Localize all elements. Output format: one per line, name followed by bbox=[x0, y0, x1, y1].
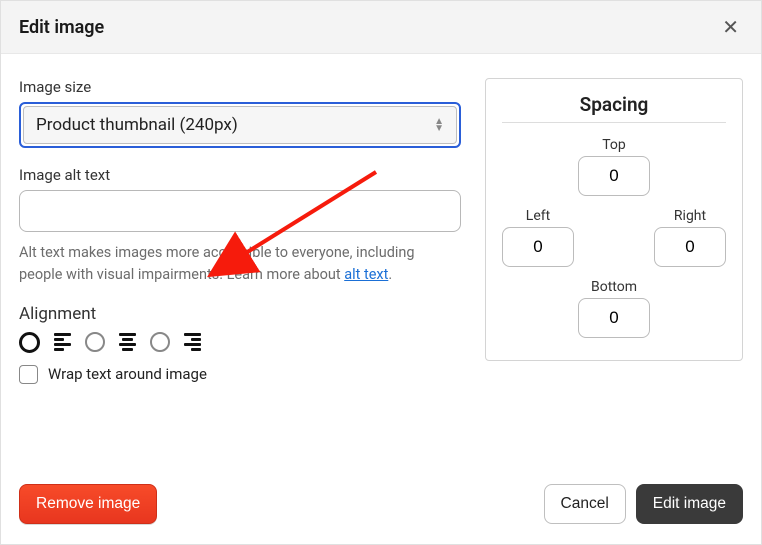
align-right-radio[interactable] bbox=[150, 332, 170, 352]
edit-image-button[interactable]: Edit image bbox=[636, 484, 743, 524]
spacing-right-label: Right bbox=[674, 208, 706, 224]
image-size-value: Product thumbnail (240px) bbox=[36, 115, 238, 135]
spacing-top-label: Top bbox=[602, 137, 626, 153]
alt-text-input[interactable] bbox=[19, 190, 461, 232]
dialog-footer: Remove image Cancel Edit image bbox=[1, 468, 761, 544]
wrap-text-label: Wrap text around image bbox=[48, 365, 207, 383]
spacing-left-input[interactable] bbox=[502, 227, 574, 267]
align-center-radio[interactable] bbox=[85, 332, 105, 352]
spacing-title: Spacing bbox=[502, 93, 726, 122]
align-left-radio[interactable] bbox=[19, 332, 40, 353]
spacing-bottom-input[interactable] bbox=[578, 298, 650, 338]
alt-text-label: Image alt text bbox=[19, 166, 461, 184]
align-center-icon bbox=[119, 333, 136, 351]
spacing-left-label: Left bbox=[526, 208, 550, 224]
align-left-icon bbox=[54, 333, 71, 351]
alignment-label: Alignment bbox=[19, 304, 461, 324]
spacing-right-input[interactable] bbox=[654, 227, 726, 267]
alignment-options bbox=[19, 332, 461, 353]
image-size-label: Image size bbox=[19, 78, 461, 96]
image-size-select[interactable]: Product thumbnail (240px) ▲▼ bbox=[19, 102, 461, 148]
remove-image-button[interactable]: Remove image bbox=[19, 484, 157, 524]
cancel-button[interactable]: Cancel bbox=[544, 484, 626, 524]
spacing-top-input[interactable] bbox=[578, 156, 650, 196]
chevron-updown-icon: ▲▼ bbox=[434, 118, 444, 132]
dialog-title: Edit image bbox=[19, 17, 104, 38]
alt-text-learn-more-link[interactable]: alt text bbox=[344, 266, 388, 283]
spacing-panel: Spacing Top Left Right bbox=[485, 78, 743, 361]
align-right-icon bbox=[184, 333, 201, 351]
dialog-header: Edit image ✕ bbox=[1, 1, 761, 54]
spacing-bottom-label: Bottom bbox=[591, 279, 637, 295]
alt-text-help: Alt text makes images more accessible to… bbox=[19, 242, 461, 286]
dialog-body: Image size Product thumbnail (240px) ▲▼ … bbox=[1, 54, 761, 384]
wrap-text-checkbox[interactable] bbox=[19, 365, 38, 384]
close-icon[interactable]: ✕ bbox=[718, 15, 743, 39]
